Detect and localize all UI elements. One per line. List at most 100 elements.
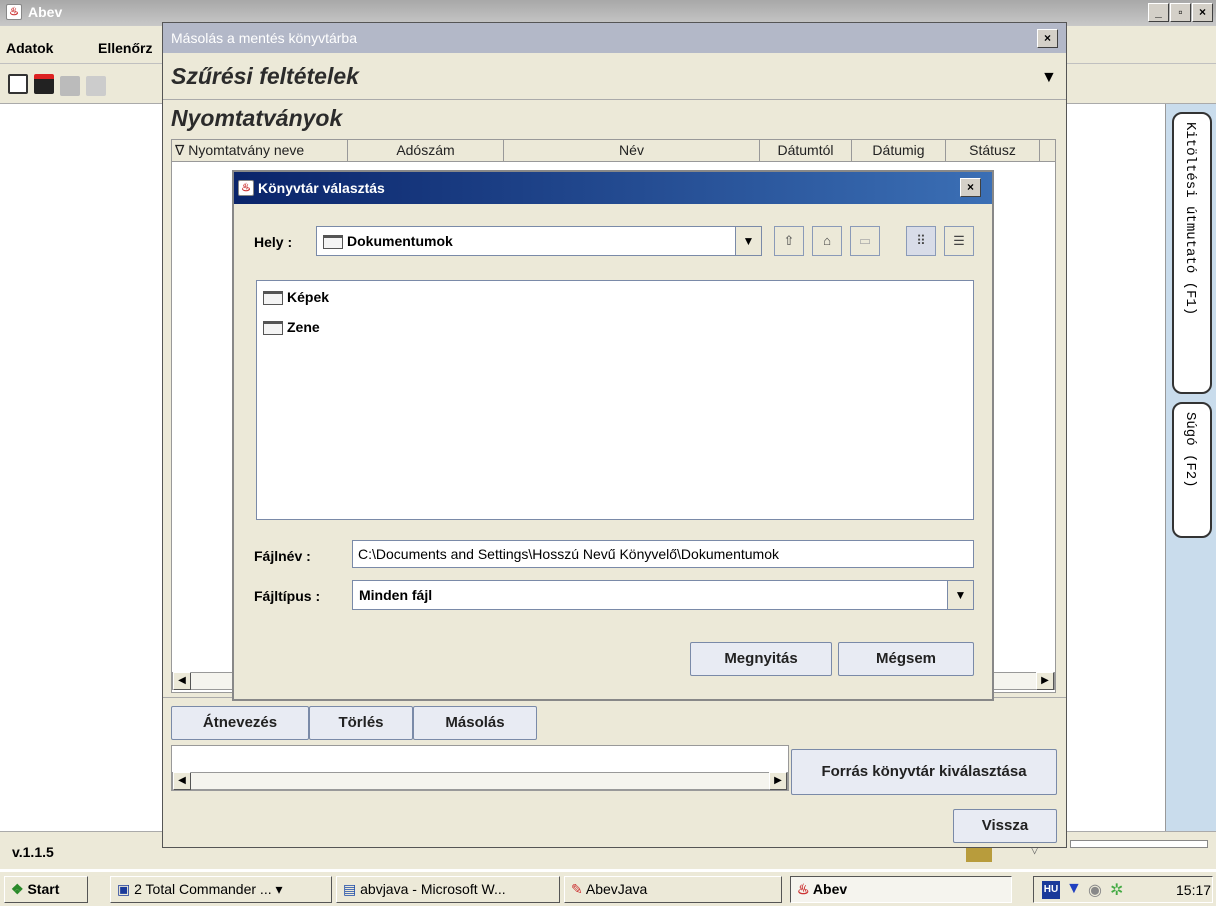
start-label: Start: [27, 881, 60, 897]
network-icon[interactable]: ▼: [1066, 880, 1082, 898]
location-value: Dokumentumok: [323, 233, 453, 250]
java-icon: ♨: [797, 881, 813, 897]
notepad-icon: ✎: [571, 881, 586, 897]
scroll-right-button[interactable]: ▶: [1036, 672, 1054, 690]
filetype-value: Minden fájl: [359, 587, 433, 603]
scroll-right-button[interactable]: ▶: [769, 772, 787, 790]
tab-help-label: Súgó (F2): [1182, 412, 1198, 488]
col-status[interactable]: Státusz: [946, 140, 1040, 162]
main-window-title: Abev: [28, 4, 63, 20]
delete-button[interactable]: Törlés: [309, 706, 413, 740]
file-list[interactable]: Képek Zene: [256, 280, 974, 520]
scroll-left-button[interactable]: ◀: [173, 672, 191, 690]
chevron-down-icon[interactable]: ▼: [947, 581, 973, 609]
scroll-left-button[interactable]: ◀: [173, 772, 191, 790]
java-app-icon: ♨: [238, 180, 254, 196]
edit-icon: [966, 848, 992, 862]
copy-window-close-button[interactable]: ×: [1037, 29, 1058, 48]
list-item-label: Képek: [287, 289, 330, 305]
close-button[interactable]: ×: [1192, 3, 1213, 22]
details-view-button[interactable]: ☰: [944, 226, 974, 256]
tab-filling-guide[interactable]: Kitöltési útmutató (F1): [1172, 112, 1212, 394]
expand-filter-icon[interactable]: ▼: [1041, 69, 1057, 87]
source-path-hscrollbar[interactable]: ◀ ▶: [172, 772, 788, 790]
list-view-button[interactable]: ⠿: [906, 226, 936, 256]
copy-window-title-bar[interactable]: Másolás a mentés könyvtárba ×: [163, 23, 1066, 53]
up-one-level-button[interactable]: ⇧: [774, 226, 804, 256]
copy-window-title: Másolás a mentés könyvtárba: [171, 30, 357, 46]
directory-chooser-dialog: ♨ Könyvtár választás × Hely : Dokumentum…: [232, 170, 994, 701]
maximize-button[interactable]: ▫: [1170, 3, 1191, 22]
antivirus-icon[interactable]: ✲: [1110, 880, 1123, 900]
dir-dialog-title: Könyvtár választás: [258, 180, 385, 196]
taskbar-item-total-commander[interactable]: ▣ 2 Total Commander ... ▾: [110, 876, 332, 903]
tab-help[interactable]: Súgó (F2): [1172, 402, 1212, 538]
save-icon[interactable]: [34, 74, 54, 94]
taskbar-item-label: Abev: [812, 881, 848, 897]
tab-filling-guide-label: Kitöltési útmutató (F1): [1182, 122, 1198, 316]
filename-field[interactable]: C:\Documents and Settings\Hosszú Nevű Kö…: [352, 540, 974, 568]
save-as-icon[interactable]: [60, 76, 80, 96]
windows-taskbar: ❖ Start ▣ 2 Total Commander ... ▾ ▤ abvj…: [0, 871, 1216, 906]
select-source-dir-button[interactable]: Forrás könyvtár kiválasztása: [791, 749, 1057, 795]
print-icon[interactable]: [86, 76, 106, 96]
copy-button[interactable]: Másolás: [413, 706, 537, 740]
taskbar-item-word[interactable]: ▤ abvjava - Microsoft W...: [336, 876, 560, 903]
col-date-to[interactable]: Dátumig: [852, 140, 946, 162]
minimize-button[interactable]: _: [1148, 3, 1169, 22]
taskbar-item-label: abvjava - Microsoft W...: [360, 881, 506, 897]
chevron-down-icon[interactable]: ▼: [735, 227, 761, 255]
col-form-name[interactable]: ∇ Nyomtatvány neve: [172, 140, 348, 162]
java-app-icon: ♨: [6, 4, 22, 20]
location-combo[interactable]: Dokumentumok ▼: [316, 226, 762, 256]
list-item[interactable]: Zene: [263, 319, 320, 336]
cancel-button-label: Mégsem: [875, 650, 937, 667]
delete-button-label: Törlés: [338, 714, 384, 731]
open-button[interactable]: Megnyitás: [690, 642, 832, 676]
col-name[interactable]: Név: [504, 140, 760, 162]
rename-button-label: Átnevezés: [202, 714, 278, 731]
new-folder-button[interactable]: ▭: [850, 226, 880, 256]
dir-dialog-close-button[interactable]: ×: [960, 178, 981, 197]
floppy-icon: ▣: [117, 881, 135, 897]
list-item[interactable]: Képek: [263, 289, 330, 306]
location-label: Hely :: [254, 234, 293, 250]
windows-logo-icon: ❖: [11, 881, 28, 897]
filetype-label: Fájltípus :: [254, 588, 321, 604]
location-value-text: Dokumentumok: [347, 233, 453, 249]
filename-label: Fájlnév :: [254, 548, 311, 564]
taskbar-item-abevjava[interactable]: ✎ AbevJava: [564, 876, 782, 903]
rename-button[interactable]: Átnevezés: [171, 706, 309, 740]
back-button[interactable]: Vissza: [953, 809, 1057, 843]
divider: [163, 99, 1066, 100]
folder-icon: [323, 235, 343, 250]
version-label: v.1.1.5: [12, 844, 54, 860]
menu-adatok[interactable]: Adatok: [6, 40, 53, 56]
list-item-label: Zene: [287, 319, 320, 335]
folder-icon: [263, 291, 283, 306]
open-button-label: Megnyitás: [724, 650, 798, 667]
word-icon: ▤: [343, 881, 361, 897]
home-button[interactable]: ⌂: [812, 226, 842, 256]
filetype-combo[interactable]: Minden fájl ▼: [352, 580, 974, 610]
taskbar-clock: 15:17: [1176, 882, 1212, 898]
security-icon[interactable]: ◉: [1088, 880, 1102, 900]
col-date-from[interactable]: Dátumtól: [760, 140, 852, 162]
cancel-button[interactable]: Mégsem: [838, 642, 974, 676]
copy-icon[interactable]: [8, 74, 28, 94]
taskbar-item-abev[interactable]: ♨ Abev: [790, 876, 1012, 903]
taskbar-item-label: 2 Total Commander ...: [134, 881, 272, 897]
menu-ellenorzes[interactable]: Ellenőrz: [98, 40, 152, 56]
start-button[interactable]: ❖ Start: [4, 876, 88, 903]
forms-heading: Nyomtatványok: [171, 105, 343, 131]
col-tax-number[interactable]: Adószám: [348, 140, 504, 162]
filter-conditions-heading[interactable]: Szűrési feltételek: [171, 63, 359, 90]
dir-dialog-title-bar[interactable]: ♨ Könyvtár választás ×: [234, 172, 992, 204]
language-indicator[interactable]: HU: [1042, 881, 1060, 899]
copy-button-label: Másolás: [445, 714, 505, 731]
table-header: ∇ Nyomtatvány neve Adószám Név Dátumtól …: [172, 140, 1055, 162]
source-path-area: ◀ ▶: [171, 745, 789, 791]
taskbar-item-label: AbevJava: [585, 881, 648, 897]
progress-bar: [1070, 840, 1208, 848]
select-source-dir-label: Forrás könyvtár kiválasztása: [821, 763, 1027, 780]
